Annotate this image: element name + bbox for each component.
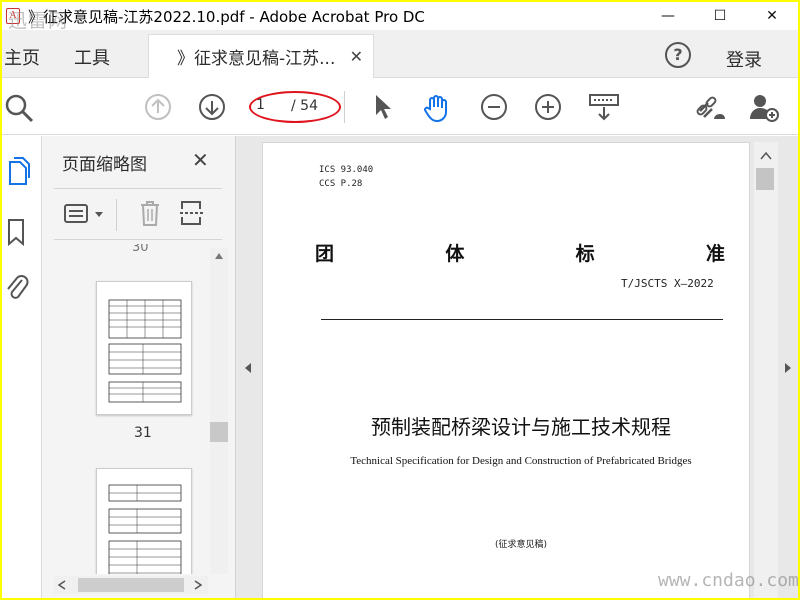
help-button[interactable]: ? <box>665 42 691 68</box>
document-vertical-scrollbar[interactable] <box>754 142 778 598</box>
title-bar: A 》征求意见稿-江苏2022.10.pdf - Adobe Acrobat P… <box>2 2 798 30</box>
thumbnail-vertical-scrollbar[interactable] <box>210 248 228 574</box>
standard-type-char: 标 <box>575 243 595 265</box>
scroll-up-arrow-icon[interactable] <box>214 252 224 260</box>
collapse-right-panel-icon[interactable] <box>784 362 792 374</box>
document-status: (征求意见稿) <box>494 540 548 550</box>
page-thumbnails-icon[interactable] <box>6 156 30 186</box>
acrobat-window: A 》征求意见稿-江苏2022.10.pdf - Adobe Acrobat P… <box>2 2 798 598</box>
watermark-bottomright: www.cndao.com <box>658 570 798 591</box>
collapse-left-panel-icon[interactable] <box>244 362 252 374</box>
scroll-right-arrow-icon[interactable] <box>194 580 202 590</box>
zoom-in-icon[interactable] <box>534 93 562 121</box>
bookmark-icon[interactable] <box>6 218 28 248</box>
standard-type-char: 体 <box>445 243 465 265</box>
pdf-page: ICS 93.040 CCS P.28 团 体 标 准 T/JSCTS X—20… <box>262 142 750 598</box>
keyboard-icon[interactable] <box>588 93 620 123</box>
delete-icon[interactable] <box>138 199 162 227</box>
extract-pages-icon[interactable] <box>178 199 206 227</box>
tab-home[interactable]: 主页 <box>4 44 40 70</box>
standard-type-heading: 团 体 标 准 <box>315 239 725 266</box>
zoom-out-icon[interactable] <box>480 93 508 121</box>
horizontal-rule <box>321 319 723 320</box>
standard-type-char: 团 <box>315 243 335 265</box>
tab-document[interactable]: 》征求意见稿-江苏... ✕ <box>148 34 374 78</box>
standard-type-char: 准 <box>705 243 725 265</box>
watermark-topleft: 迅雷网 <box>8 10 69 32</box>
document-tab-label: 》征求意见稿-江苏... <box>177 49 336 69</box>
tab-bar: 主页 工具 》征求意见稿-江苏... ✕ ? 登录 <box>2 30 798 78</box>
login-button[interactable]: 登录 <box>726 46 762 72</box>
thumbnail-page-31[interactable] <box>96 281 192 415</box>
thumbnail-horizontal-scrollbar[interactable] <box>54 576 208 594</box>
options-menu-icon[interactable] <box>64 203 92 225</box>
window-title: 》征求意见稿-江苏2022.10.pdf - Adobe Acrobat Pro… <box>28 7 425 26</box>
scroll-up-arrow-icon[interactable] <box>760 152 772 160</box>
select-arrow-icon[interactable] <box>372 93 394 121</box>
close-window-button[interactable]: ✕ <box>746 2 798 30</box>
page-up-icon[interactable] <box>144 93 172 121</box>
page-down-icon[interactable] <box>198 93 226 121</box>
highlight-ellipse-annotation <box>249 91 341 123</box>
thumbnail-page-label: 31 <box>134 425 152 441</box>
page-thumbnails-panel: 页面缩略图 ✕ 30 31 <box>42 136 236 598</box>
toolbar-divider <box>116 199 117 231</box>
scroll-left-arrow-icon[interactable] <box>58 580 66 590</box>
add-user-icon[interactable] <box>748 93 780 123</box>
thumbnail-page-number: 30 <box>132 244 149 255</box>
thumbnail-page-content <box>108 484 182 574</box>
chevron-down-icon[interactable] <box>94 211 104 219</box>
minimize-button[interactable]: — <box>642 2 694 30</box>
standard-code: T/JSCTS X—2022 <box>621 277 714 290</box>
ics-code: ICS 93.040 <box>319 165 374 175</box>
document-view: ICS 93.040 CCS P.28 团 体 标 准 T/JSCTS X—20… <box>236 136 798 598</box>
panel-close-button[interactable]: ✕ <box>192 148 209 172</box>
scrollbar-thumb[interactable] <box>210 422 228 442</box>
tab-tools[interactable]: 工具 <box>74 44 110 70</box>
thumbnail-toolbar <box>54 188 222 240</box>
left-navigation-rail <box>2 136 42 598</box>
ccs-code: CCS P.28 <box>319 179 363 189</box>
panel-title: 页面缩略图 <box>62 155 147 175</box>
close-tab-button[interactable]: ✕ <box>350 47 363 66</box>
scrollbar-thumb[interactable] <box>756 168 774 190</box>
document-subtitle: Technical Specification for Design and C… <box>350 455 692 467</box>
scrollbar-thumb[interactable] <box>78 578 184 592</box>
maximize-button[interactable]: ☐ <box>694 2 746 30</box>
window-controls: — ☐ ✕ <box>642 2 798 30</box>
search-icon[interactable] <box>4 93 34 123</box>
thumbnail-page-32[interactable] <box>96 468 192 574</box>
document-title: 预制装配桥梁设计与施工技术规程 <box>371 415 671 439</box>
hand-icon[interactable] <box>422 93 452 123</box>
thumbnail-list: 30 31 <box>42 244 210 574</box>
thumbnail-page-content <box>108 299 182 403</box>
share-link-icon[interactable] <box>694 93 728 123</box>
main-toolbar: 1 / 54 <box>2 79 798 135</box>
attachment-icon[interactable] <box>4 272 30 302</box>
toolbar-divider <box>344 91 345 123</box>
